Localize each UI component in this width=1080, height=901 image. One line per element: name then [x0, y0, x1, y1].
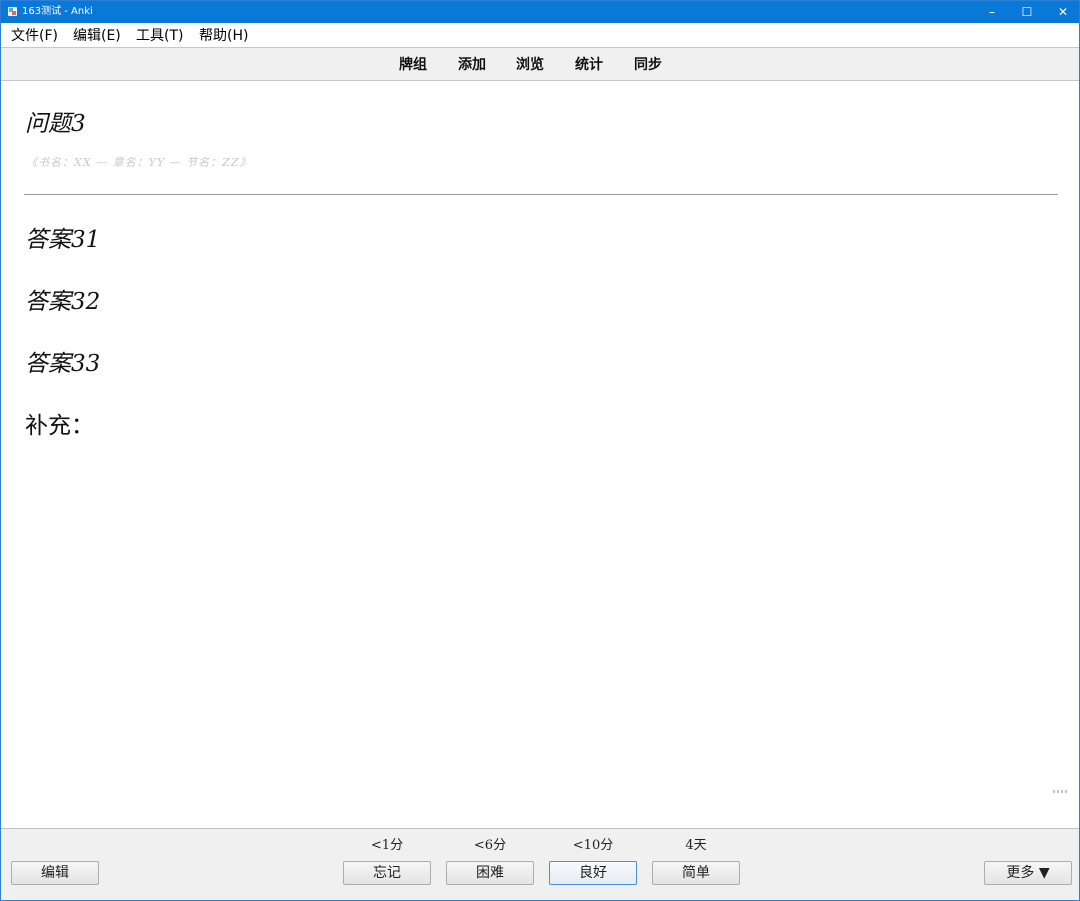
menu-help[interactable]: 帮助(H) — [199, 27, 248, 45]
edit-card-button[interactable]: 编辑 — [11, 861, 99, 885]
card-answer-1: 答案31 — [25, 227, 101, 253]
title-bar[interactable]: 163测试 - Anki – ☐ ✕ — [1, 1, 1079, 23]
menu-edit[interactable]: 编辑(E) — [73, 27, 121, 45]
anki-window: 163测试 - Anki – ☐ ✕ 文件(F) 编辑(E) 工具(T) 帮助(… — [0, 0, 1080, 901]
interval-good: <10分 — [572, 838, 614, 853]
minimize-icon: – — [989, 5, 995, 19]
menu-bar: 文件(F) 编辑(E) 工具(T) 帮助(H) — [1, 23, 1079, 47]
toolbar-sync-link[interactable]: 同步 — [634, 56, 662, 74]
toolbar-add-link[interactable]: 添加 — [458, 56, 486, 74]
maximize-icon: ☐ — [1021, 5, 1033, 19]
card-source-meta: 《书名：XX — 章名：YY — 节名：ZZ》 — [26, 156, 252, 169]
more-button[interactable]: 更多 ▼ — [984, 861, 1072, 885]
easy-button[interactable]: 简单 — [652, 861, 740, 885]
close-button[interactable]: ✕ — [1045, 1, 1080, 23]
card-answer-2: 答案32 — [25, 289, 101, 315]
maximize-button[interactable]: ☐ — [1009, 1, 1045, 23]
hard-button[interactable]: 困难 — [446, 861, 534, 885]
good-button[interactable]: 良好 — [549, 861, 637, 885]
resize-grip-icon[interactable] — [1053, 790, 1069, 794]
minimize-button[interactable]: – — [974, 1, 1010, 23]
menu-tools[interactable]: 工具(T) — [136, 27, 183, 45]
window-title: 163测试 - Anki — [22, 6, 93, 17]
card-view: 问题3 《书名：XX — 章名：YY — 节名：ZZ》 答案31 答案32 答案… — [1, 82, 1079, 828]
review-bottom-bar: 编辑 <1分 <6分 <10分 4天 忘记 困难 良好 简单 更多 ▼ — [1, 828, 1079, 900]
close-icon: ✕ — [1057, 5, 1069, 19]
toolbar-browse-link[interactable]: 浏览 — [516, 56, 544, 74]
interval-hard: <6分 — [473, 838, 507, 853]
again-button[interactable]: 忘记 — [343, 861, 431, 885]
card-question: 问题3 — [25, 111, 86, 137]
toolbar-stats-link[interactable]: 统计 — [575, 56, 603, 74]
interval-again: <1分 — [370, 838, 404, 853]
card-supplement: 补充： — [25, 413, 94, 439]
card-answer-3: 答案33 — [25, 351, 101, 377]
answer-divider — [24, 194, 1058, 195]
interval-easy: 4天 — [685, 838, 707, 853]
main-toolbar: 牌组 添加 浏览 统计 同步 — [1, 47, 1079, 81]
toolbar-decks-link[interactable]: 牌组 — [399, 56, 427, 74]
anki-app-icon — [8, 7, 17, 16]
menu-file[interactable]: 文件(F) — [11, 27, 58, 45]
